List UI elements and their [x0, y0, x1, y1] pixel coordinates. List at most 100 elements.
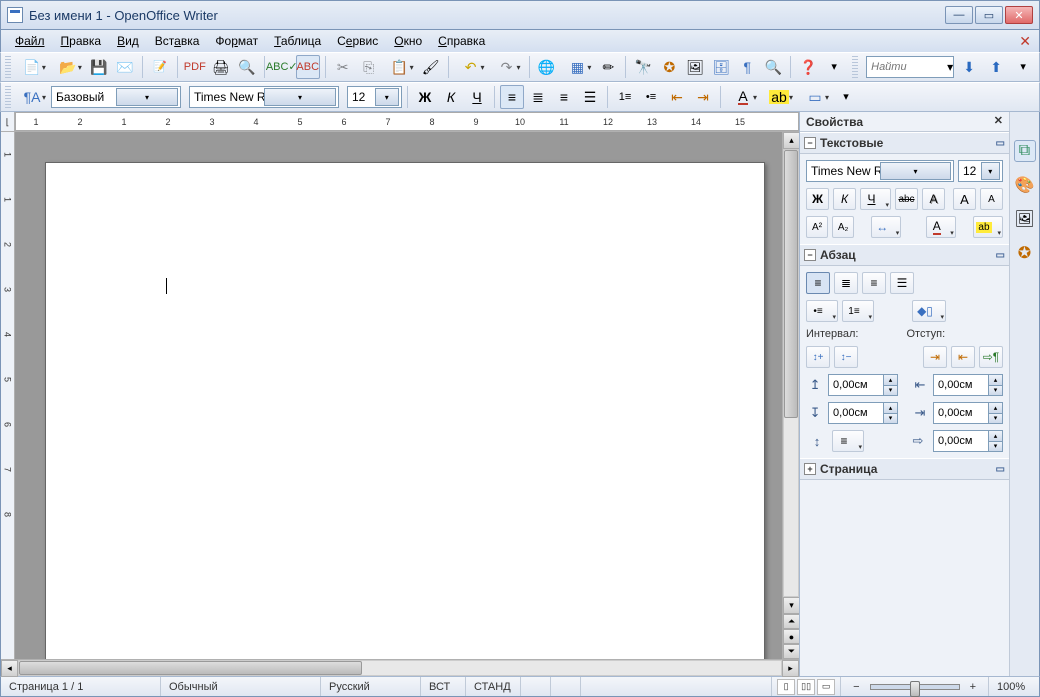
nav-object-button[interactable]: ● — [783, 629, 799, 644]
tab-gallery[interactable]: 🖼 — [1014, 208, 1036, 230]
page-canvas[interactable] — [15, 132, 782, 659]
undo-button[interactable]: ↶ — [454, 55, 488, 79]
email-button[interactable]: ✉️ — [113, 55, 137, 79]
find-toolbar-overflow[interactable]: ▾ — [1011, 55, 1035, 79]
prev-page-button[interactable]: ⏶ — [783, 614, 799, 629]
sb-align-center-button[interactable]: ≣ — [834, 272, 858, 294]
copy-button[interactable]: ⎘ — [357, 55, 381, 79]
paragraph-style-combo[interactable]: Базовый ▾ — [51, 86, 181, 108]
maximize-button[interactable]: ▭ — [975, 6, 1003, 24]
scroll-up-button[interactable]: ▴ — [783, 132, 799, 149]
menu-edit[interactable]: Правка — [55, 32, 108, 50]
sb-decrease-font-button[interactable]: A — [980, 188, 1003, 210]
sb-hanging-indent-button[interactable]: ⇨¶ — [979, 346, 1003, 368]
status-sel[interactable]: СТАНД — [466, 677, 521, 696]
navigator-button[interactable]: ✪ — [657, 55, 681, 79]
menu-insert[interactable]: Вставка — [149, 32, 206, 50]
menu-tools[interactable]: Сервис — [331, 32, 384, 50]
view-multi-button[interactable]: ▯▯ — [797, 679, 815, 695]
sb-spacing-dec-button[interactable]: ↕− — [834, 346, 858, 368]
table-insert-button[interactable]: ▦ — [560, 55, 594, 79]
indent-right-input[interactable]: ▴▾ — [933, 402, 1003, 424]
sb-strike-button[interactable]: abc — [895, 188, 918, 210]
edit-button[interactable]: 📝 — [148, 55, 172, 79]
section-page-header[interactable]: + Страница ▭ — [800, 458, 1009, 480]
close-doc-icon[interactable]: ✕ — [1019, 34, 1031, 48]
format-toolbar-grip[interactable] — [5, 86, 11, 108]
menu-window[interactable]: Окно — [388, 32, 428, 50]
scroll-down-button[interactable]: ▾ — [783, 597, 799, 614]
minimize-button[interactable]: — — [945, 6, 973, 24]
close-button[interactable]: ✕ — [1005, 6, 1033, 24]
more-options-icon[interactable]: ▭ — [996, 464, 1005, 475]
underline-button[interactable]: Ч — [465, 85, 489, 109]
status-style[interactable]: Обычный — [161, 677, 321, 696]
find-next-button[interactable]: ⬇ — [957, 55, 981, 79]
align-center-button[interactable]: ≣ — [526, 85, 550, 109]
sb-numbers-button[interactable]: 1≡ — [842, 300, 874, 322]
sidebar-size-combo[interactable]: 12 ▾ — [958, 160, 1003, 182]
sb-bullets-button[interactable]: •≡ — [806, 300, 838, 322]
status-zoom[interactable]: 100% — [989, 677, 1039, 696]
bold-button[interactable]: Ж — [413, 85, 437, 109]
print-button[interactable]: 🖨 — [209, 55, 233, 79]
status-lang[interactable]: Русский — [321, 677, 421, 696]
vertical-scrollbar[interactable]: ▴ ▾ ⏶ ● ⏷ — [782, 132, 799, 659]
zoom-slider[interactable] — [870, 684, 960, 690]
format-paintbrush-button[interactable]: 🖌 — [419, 55, 443, 79]
section-text-header[interactable]: − Текстовые ▭ — [800, 132, 1009, 154]
italic-button[interactable]: К — [439, 85, 463, 109]
status-page[interactable]: Страница 1 / 1 — [1, 677, 161, 696]
font-name-combo[interactable]: Times New Roman ▾ — [189, 86, 339, 108]
more-options-icon[interactable]: ▭ — [996, 250, 1005, 261]
show-draw-button[interactable]: ✏ — [596, 55, 620, 79]
redo-button[interactable]: ↷ — [490, 55, 524, 79]
menu-file[interactable]: Файл — [9, 32, 51, 50]
sb-align-right-button[interactable]: ≡ — [862, 272, 886, 294]
zoom-in-button[interactable]: + — [966, 681, 980, 693]
align-left-button[interactable]: ≡ — [500, 85, 524, 109]
save-button[interactable]: 💾 — [87, 55, 111, 79]
open-button[interactable]: 📂 — [51, 55, 85, 79]
menu-table[interactable]: Таблица — [268, 32, 327, 50]
new-doc-button[interactable]: 📄 — [15, 55, 49, 79]
sb-shadow-button[interactable]: A — [922, 188, 945, 210]
find-prev-button[interactable]: ⬆ — [984, 55, 1008, 79]
hyperlink-button[interactable]: 🌐 — [535, 55, 559, 79]
horizontal-ruler[interactable]: ⌊ 12123456789101112131415 — [1, 112, 799, 132]
find-dropdown-icon[interactable]: ▾ — [947, 60, 953, 74]
menu-help[interactable]: Справка — [432, 32, 491, 50]
sb-character-spacing-button[interactable]: ↔ — [871, 216, 901, 238]
menu-format[interactable]: Формат — [209, 32, 264, 50]
increase-indent-button[interactable]: ⇥ — [691, 85, 715, 109]
sb-background-button[interactable]: ◆▯ — [912, 300, 946, 322]
spacing-before-input[interactable]: ▴▾ — [828, 374, 898, 396]
spellcheck-button[interactable]: ABC✓ — [270, 55, 294, 79]
dropdown-icon[interactable]: ▾ — [264, 88, 336, 106]
scroll-thumb[interactable] — [784, 150, 798, 418]
collapse-icon[interactable]: − — [804, 249, 816, 261]
toolbar-grip[interactable] — [5, 56, 11, 78]
gallery-button[interactable]: 🖼 — [683, 55, 707, 79]
menu-view[interactable]: Вид — [111, 32, 145, 50]
status-insert[interactable]: ВСТ — [421, 677, 466, 696]
tab-styles[interactable]: 🎨 — [1014, 174, 1036, 196]
dropdown-icon[interactable]: ▾ — [116, 88, 178, 106]
auto-spellcheck-button[interactable]: ABC — [296, 55, 320, 79]
sb-highlight-button[interactable]: ab — [973, 216, 1003, 238]
tab-navigator[interactable]: ✪ — [1014, 242, 1036, 264]
align-right-button[interactable]: ≡ — [552, 85, 576, 109]
print-preview-button[interactable]: 🔍 — [235, 55, 259, 79]
horizontal-scrollbar[interactable]: ◂ ▸ — [1, 659, 799, 676]
sb-superscript-button[interactable]: A² — [806, 216, 828, 238]
vertical-ruler[interactable]: 112345678 — [1, 132, 15, 659]
zoom-button[interactable]: 🔍 — [761, 55, 785, 79]
decrease-indent-button[interactable]: ⇤ — [665, 85, 689, 109]
sb-font-color-button[interactable]: A — [926, 216, 956, 238]
sb-italic-button[interactable]: К — [833, 188, 856, 210]
scroll-left-button[interactable]: ◂ — [1, 660, 18, 677]
section-para-header[interactable]: − Абзац ▭ — [800, 244, 1009, 266]
font-color-button[interactable]: A — [726, 85, 760, 109]
tab-properties[interactable]: ⧉ — [1014, 140, 1036, 162]
sb-spacing-inc-button[interactable]: ↕+ — [806, 346, 830, 368]
